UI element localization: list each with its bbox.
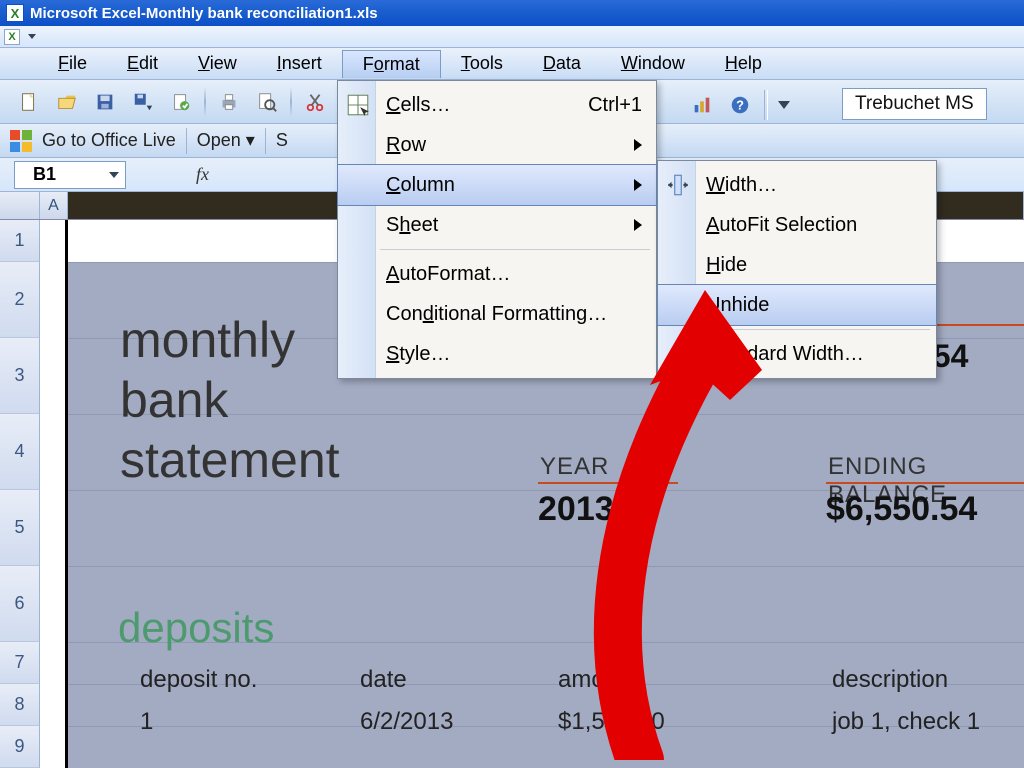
year-rule bbox=[538, 482, 678, 484]
select-all-corner[interactable] bbox=[0, 192, 40, 219]
format-style[interactable]: Style… bbox=[338, 334, 656, 374]
office-live-save[interactable]: S bbox=[276, 130, 288, 151]
header-date: date bbox=[360, 666, 407, 694]
deposit-description-value: job 1, check 1 bbox=[832, 708, 980, 736]
menu-insert[interactable]: Insert bbox=[257, 50, 342, 77]
row-header-6[interactable]: 6 bbox=[0, 566, 40, 642]
submenu-arrow-icon bbox=[634, 219, 642, 231]
row-header-1[interactable]: 1 bbox=[0, 220, 40, 262]
column-autofit[interactable]: AutoFit Selection bbox=[658, 205, 936, 245]
submenu-arrow-icon bbox=[634, 179, 642, 191]
new-icon[interactable] bbox=[14, 87, 44, 117]
name-box[interactable]: B1 bbox=[14, 161, 126, 189]
print-icon[interactable] bbox=[214, 87, 244, 117]
right-toolbar-cluster: ? bbox=[688, 90, 790, 120]
save-icon[interactable] bbox=[90, 87, 120, 117]
format-cells[interactable]: Cells… Ctrl+1 bbox=[338, 85, 656, 125]
toolbar-separator bbox=[265, 128, 266, 154]
office-live-icon[interactable] bbox=[10, 130, 32, 152]
statement-title: monthly bank statement bbox=[120, 310, 340, 490]
header-amount: amount bbox=[558, 666, 638, 694]
menu-format[interactable]: Format bbox=[342, 50, 441, 78]
format-menu-popup: Cells… Ctrl+1 Row Column Sheet AutoForma… bbox=[337, 80, 657, 379]
chart-icon[interactable] bbox=[688, 91, 716, 119]
header-description: description bbox=[832, 666, 948, 694]
cells-icon bbox=[345, 92, 371, 118]
excel-app-icon: X bbox=[6, 4, 24, 22]
cells-shortcut: Ctrl+1 bbox=[588, 94, 642, 117]
toolbar-separator bbox=[764, 90, 768, 120]
row-header-3[interactable]: 3 bbox=[0, 338, 40, 414]
header-deposit-no: deposit no. bbox=[140, 666, 257, 694]
column-standard-width[interactable]: Standard Width… bbox=[658, 334, 936, 374]
column-hide[interactable]: Hide bbox=[658, 245, 936, 285]
deposit-date-value: 6/2/2013 bbox=[360, 708, 453, 736]
menu-edit[interactable]: Edit bbox=[107, 50, 178, 77]
title-app: Microsoft Excel bbox=[30, 5, 141, 22]
menu-separator bbox=[700, 329, 930, 330]
row-headers: 1 2 3 4 5 6 7 8 9 bbox=[0, 220, 40, 768]
window-icon-bar: X bbox=[0, 26, 1024, 48]
cut-icon[interactable] bbox=[300, 87, 330, 117]
permission-icon[interactable] bbox=[166, 87, 196, 117]
deposit-amount-value: $1,500.00 bbox=[558, 708, 665, 736]
fx-label[interactable]: fx bbox=[126, 164, 219, 185]
ending-balance-rule bbox=[826, 482, 1024, 484]
row-header-2[interactable]: 2 bbox=[0, 262, 40, 338]
toolbar-separator bbox=[186, 128, 187, 154]
menu-file[interactable]: File bbox=[38, 50, 107, 77]
column-width[interactable]: Width… bbox=[658, 165, 936, 205]
row-header-5[interactable]: 5 bbox=[0, 490, 40, 566]
toolbar-overflow-icon[interactable] bbox=[778, 101, 790, 109]
format-column[interactable]: Column bbox=[338, 165, 656, 205]
menu-tools[interactable]: Tools bbox=[441, 50, 523, 77]
format-sheet[interactable]: Sheet bbox=[338, 205, 656, 245]
menu-data[interactable]: Data bbox=[523, 50, 601, 77]
format-conditional-formatting[interactable]: Conditional Formatting… bbox=[338, 294, 656, 334]
save-dropdown-icon[interactable] bbox=[128, 87, 158, 117]
menu-view[interactable]: View bbox=[178, 50, 257, 77]
ending-balance-value: $6,550.54 bbox=[826, 490, 977, 529]
format-row[interactable]: Row bbox=[338, 125, 656, 165]
workbook-dropdown-icon[interactable] bbox=[28, 34, 36, 39]
submenu-arrow-icon bbox=[634, 139, 642, 151]
workbook-icon[interactable]: X bbox=[4, 29, 20, 45]
column-width-icon bbox=[665, 172, 691, 198]
menu-help[interactable]: Help bbox=[705, 50, 782, 77]
office-live-open[interactable]: Open ▾ bbox=[197, 130, 255, 151]
font-name-combo[interactable]: Trebuchet MS bbox=[842, 88, 987, 120]
toolbar-separator bbox=[290, 87, 292, 117]
print-preview-icon[interactable] bbox=[252, 87, 282, 117]
column-unhide[interactable]: Unhide bbox=[658, 285, 936, 325]
format-autoformat[interactable]: AutoFormat… bbox=[338, 254, 656, 294]
open-icon[interactable] bbox=[52, 87, 82, 117]
column-header-A[interactable]: A bbox=[40, 192, 68, 219]
font-name-value: Trebuchet MS bbox=[855, 93, 974, 115]
year-label: YEAR bbox=[540, 453, 609, 481]
column-submenu-popup: Width… AutoFit Selection Hide Unhide Sta… bbox=[657, 160, 937, 379]
row-header-4[interactable]: 4 bbox=[0, 414, 40, 490]
title-doc: Monthly bank reconciliation1.xls bbox=[146, 5, 378, 22]
menu-window[interactable]: Window bbox=[601, 50, 705, 77]
name-box-value: B1 bbox=[33, 164, 56, 185]
year-value: 2013 bbox=[538, 490, 614, 529]
row-header-9[interactable]: 9 bbox=[0, 726, 40, 768]
toolbar-separator bbox=[204, 87, 206, 117]
svg-text:?: ? bbox=[736, 98, 744, 113]
go-to-office-live[interactable]: Go to Office Live bbox=[42, 130, 176, 151]
deposit-no-value: 1 bbox=[140, 708, 153, 736]
row-header-8[interactable]: 8 bbox=[0, 684, 40, 726]
row-header-7[interactable]: 7 bbox=[0, 642, 40, 684]
deposits-heading: deposits bbox=[118, 604, 274, 652]
name-box-dropdown-icon[interactable] bbox=[109, 172, 119, 178]
help-icon[interactable]: ? bbox=[726, 91, 754, 119]
title-bar: X Microsoft Excel - Monthly bank reconci… bbox=[0, 0, 1024, 26]
menu-bar: File Edit View Insert Format Tools Data … bbox=[0, 48, 1024, 80]
menu-separator bbox=[380, 249, 650, 250]
